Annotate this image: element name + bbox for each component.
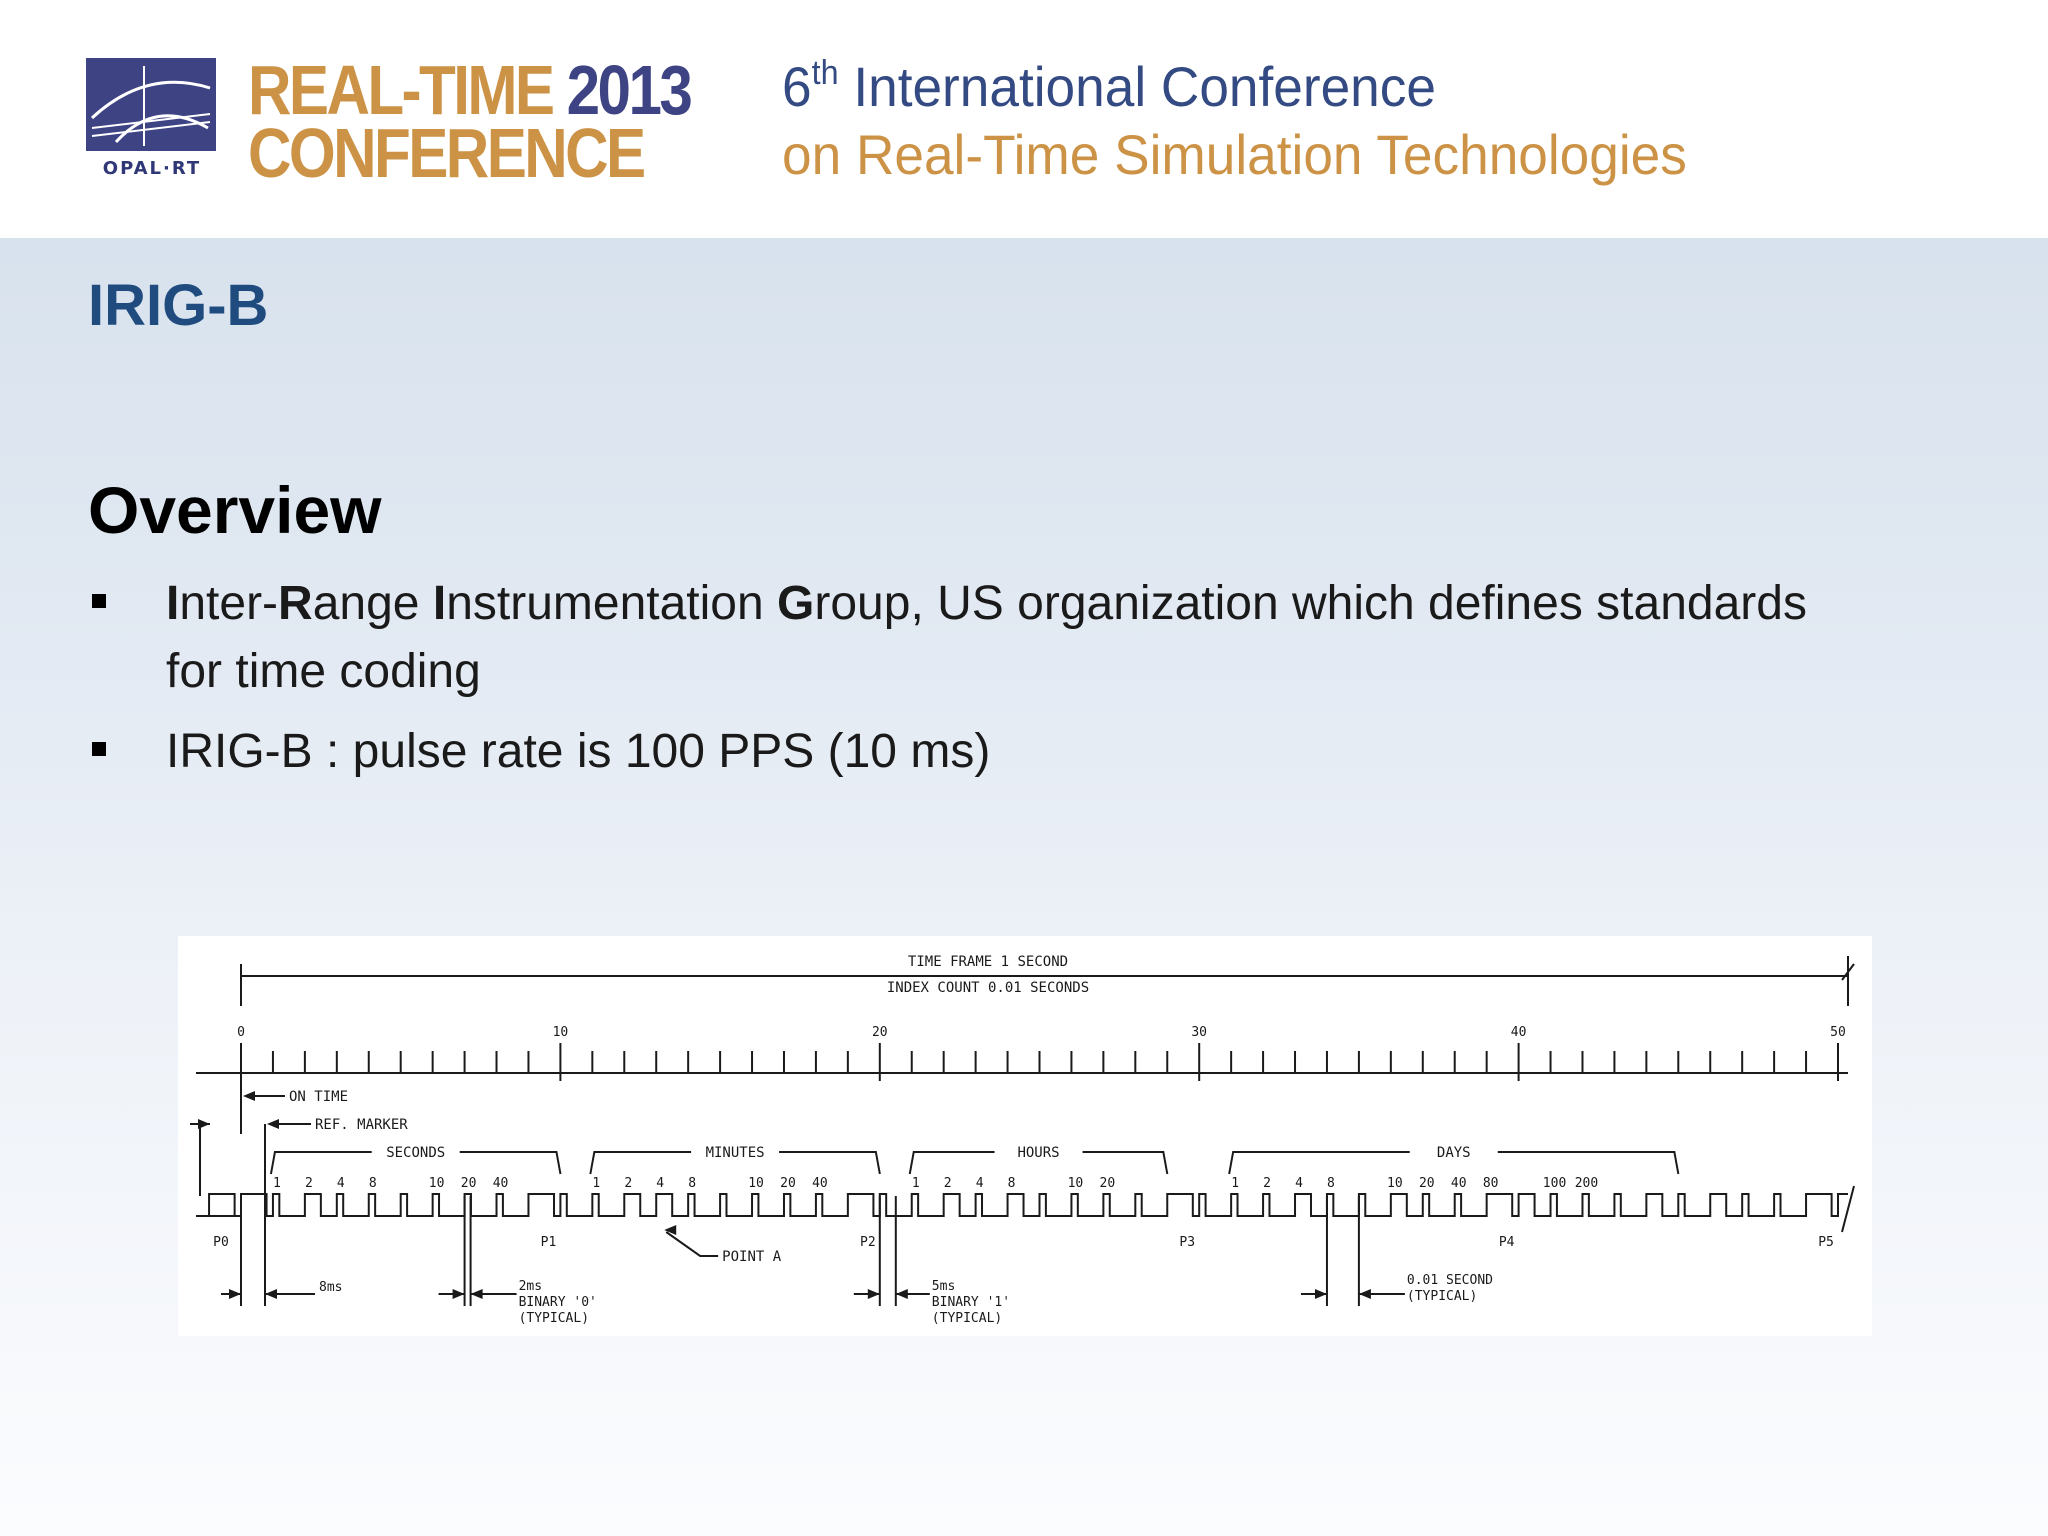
bit-weight-label: 4 (656, 1176, 664, 1191)
bullet-fragment: nstrumentation (446, 577, 778, 630)
bit-weight-label: 8 (369, 1176, 377, 1191)
index-mark-label: 40 (1511, 1025, 1527, 1040)
bit-weight-label: 2 (624, 1176, 632, 1191)
timing-diagram-svg: TIME FRAME 1 SECOND INDEX COUNT 0.01 SECO… (190, 954, 1855, 1326)
bit-weight-label: 10 (748, 1176, 764, 1191)
bit-weight-label: 4 (1295, 1176, 1303, 1191)
index-mark-label: 20 (872, 1025, 888, 1040)
pulse-train (196, 1193, 1848, 1217)
bullet-marker (92, 594, 106, 608)
ref-marker-arrow (267, 1119, 279, 1129)
eight-ms-label: 8ms (319, 1280, 342, 1295)
bit-weight-label: 20 (780, 1176, 796, 1191)
point-a-arrow (664, 1225, 677, 1235)
index-mark-label: 0 (237, 1025, 245, 1040)
on-time-arrow (243, 1091, 255, 1101)
bit-weight-label: 4 (337, 1176, 345, 1191)
slide-title: IRIG-B (88, 273, 269, 338)
position-marker-label: P1 (541, 1235, 557, 1250)
group-label: DAYS (1437, 1145, 1471, 1161)
on-time-label: ON TIME (289, 1089, 348, 1105)
bit-weight-label: 200 (1575, 1176, 1598, 1191)
group-label: MINUTES (706, 1145, 765, 1161)
point-a-label: POINT A (722, 1249, 782, 1265)
position-marker-label: P2 (860, 1235, 876, 1250)
interval-label: (TYPICAL) (1407, 1289, 1477, 1304)
bit-weight-label: 1 (912, 1176, 920, 1191)
group-label: HOURS (1017, 1145, 1059, 1161)
bit-weight-label: 1 (592, 1176, 600, 1191)
section-heading: Overview (88, 473, 382, 547)
group-label: SECONDS (386, 1145, 445, 1161)
ref-marker-label: REF. MARKER (315, 1117, 408, 1133)
bullet-line: Inter-Range Instrumentation Group, US or… (166, 570, 1807, 638)
bullet-text: Inter-Range Instrumentation Group, US or… (166, 570, 1807, 706)
binary1-label: 5ms (932, 1279, 955, 1294)
position-marker-label: P0 (213, 1235, 229, 1250)
conference-subtitle-line1: 6th International Conference (782, 54, 1436, 119)
ordinal-number: 6 (782, 55, 812, 118)
binary0-label: (TYPICAL) (519, 1311, 589, 1326)
binary1-label: (TYPICAL) (932, 1311, 1002, 1326)
pulse-break-mark (1841, 1185, 1855, 1233)
bit-weight-label: 10 (429, 1176, 445, 1191)
acronym-letter: G (777, 577, 815, 630)
bullet-fragment: roup, US organization which defines stan… (814, 577, 1807, 630)
bit-weight-label: 8 (1008, 1176, 1016, 1191)
bit-weight-label: 2 (1263, 1176, 1271, 1191)
conference-name-line2: CONFERENCE (248, 114, 646, 192)
p0-start-arrow (198, 1119, 210, 1129)
bit-weight-label: 2 (944, 1176, 952, 1191)
bit-weight-label: 40 (493, 1176, 509, 1191)
bit-weight-label: 80 (1483, 1176, 1499, 1191)
bit-weight-label: 20 (1419, 1176, 1435, 1191)
bit-weight-label: 8 (688, 1176, 696, 1191)
interval-label: 0.01 SECOND (1407, 1273, 1493, 1288)
conference-subtitle-line2: on Real-Time Simulation Technologies (782, 123, 1687, 186)
position-marker-label: P3 (1179, 1235, 1195, 1250)
position-marker-label: P5 (1818, 1235, 1834, 1250)
index-count-label: INDEX COUNT 0.01 SECONDS (887, 980, 1089, 996)
index-mark-label: 50 (1830, 1025, 1846, 1040)
bit-weight-label: 4 (976, 1176, 984, 1191)
bit-weight-label: 10 (1387, 1176, 1403, 1191)
acronym-letter: I (166, 577, 180, 630)
bit-weight-label: 100 (1543, 1176, 1566, 1191)
bit-weight-label: 40 (812, 1176, 828, 1191)
binary1-label: BINARY '1' (932, 1295, 1010, 1310)
bullet-fragment: ange (312, 577, 433, 630)
irig-b-timing-diagram: TIME FRAME 1 SECOND INDEX COUNT 0.01 SECO… (178, 936, 1872, 1336)
opal-rt-logo-icon (86, 58, 216, 151)
binary0-label: 2ms (519, 1279, 542, 1294)
bit-weight-label: 20 (461, 1176, 477, 1191)
acronym-letter: I (432, 577, 447, 630)
bit-weight-label: 40 (1451, 1176, 1467, 1191)
bullet-marker (92, 742, 106, 756)
position-marker-label: P4 (1499, 1235, 1515, 1250)
bit-weight-label: 20 (1100, 1176, 1116, 1191)
bullet-text: IRIG-B : pulse rate is 100 PPS (10 ms) (166, 725, 991, 778)
time-frame-label: TIME FRAME 1 SECOND (908, 954, 1068, 970)
point-a-leader (665, 1231, 719, 1257)
conference-header: OPAL·RT REAL-TIME 2013 CONFERENCE 6th In… (0, 0, 2048, 238)
bit-weight-label: 1 (273, 1176, 281, 1191)
acronym-letter: R (278, 577, 313, 630)
ordinal-suffix: th (811, 54, 839, 92)
index-mark-label: 10 (553, 1025, 569, 1040)
bullet-fragment: nter- (179, 577, 279, 630)
logo-text: OPAL·RT (102, 158, 202, 179)
bullet-line: for time coding (166, 645, 481, 698)
bit-weight-label: 1 (1231, 1176, 1239, 1191)
index-mark-label: 30 (1191, 1025, 1207, 1040)
bit-weight-label: 2 (305, 1176, 313, 1191)
bit-weight-label: 10 (1068, 1176, 1084, 1191)
subtitle-text: International Conference (853, 55, 1436, 118)
bit-weight-label: 8 (1327, 1176, 1335, 1191)
binary0-label: BINARY '0' (519, 1295, 597, 1310)
